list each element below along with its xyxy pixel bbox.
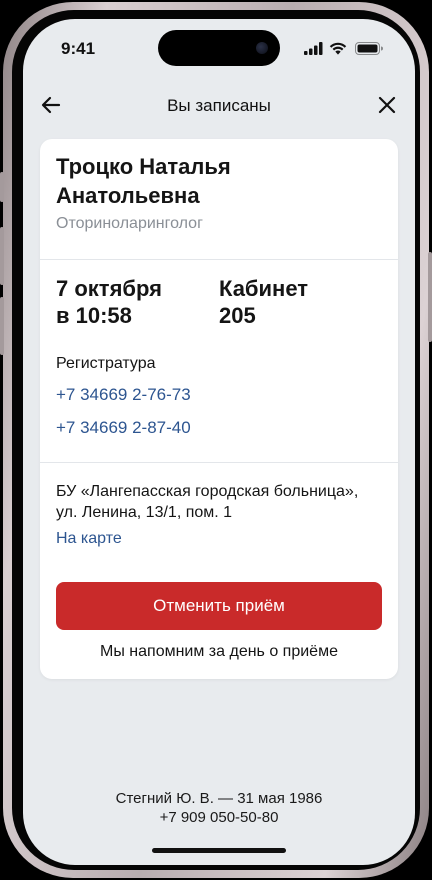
home-indicator[interactable] [152,848,286,853]
phone-frame: 9:41 Вы записаны Троцко Наталья Анатолье… [0,2,432,878]
front-camera [256,42,268,54]
battery-icon [355,42,383,55]
screen: 9:41 Вы записаны Троцко Наталья Анатолье… [23,19,415,865]
action-button [0,172,4,202]
cancel-appointment-button[interactable]: Отменить приём [56,582,382,630]
status-bar: 9:41 [23,19,415,77]
footer-credits: Стегний Ю. В. — 31 мая 1986 +7 909 050-5… [23,789,415,827]
appointment-card: Троцко Наталья Анатольевна Оториноларинг… [40,139,398,679]
map-link[interactable]: На карте [56,530,122,548]
footer-phone: +7 909 050-50-80 [159,809,279,826]
appointment-room: Кабинет 205 [219,275,369,329]
divider [40,259,398,260]
clinic-address: БУ «Лангепасская городская больница», ул… [56,483,359,521]
registry-phone-link[interactable]: +7 34669 2-76-73 [56,385,191,405]
close-button[interactable] [375,93,399,117]
doctor-name: Троцко Наталья Анатольевна [56,154,231,208]
footer-author: Стегний Ю. В. — 31 мая 1986 [115,790,323,807]
doctor-specialty: Оториноларинголог [56,215,203,232]
power-button [428,252,432,342]
room-number: 205 [219,303,256,328]
dynamic-island [158,30,280,66]
divider [40,462,398,463]
volume-down-button [0,297,4,355]
wifi-icon [329,42,347,55]
reminder-text: Мы напомним за день о приёме [100,643,338,660]
registry-label: Регистратура [56,355,156,372]
cellular-signal-icon [304,42,323,55]
navigation-bar: Вы записаны [23,87,415,123]
appointment-time: в 10:58 [56,303,132,328]
page-title: Вы записаны [167,96,271,115]
room-label: Кабинет [219,276,309,301]
appointment-datetime: 7 октября в 10:58 [56,275,206,329]
registry-phone-link[interactable]: +7 34669 2-87-40 [56,418,191,438]
status-time: 9:41 [61,39,96,58]
volume-up-button [0,227,4,285]
close-icon [378,96,396,114]
appointment-date: 7 октября [56,276,162,301]
